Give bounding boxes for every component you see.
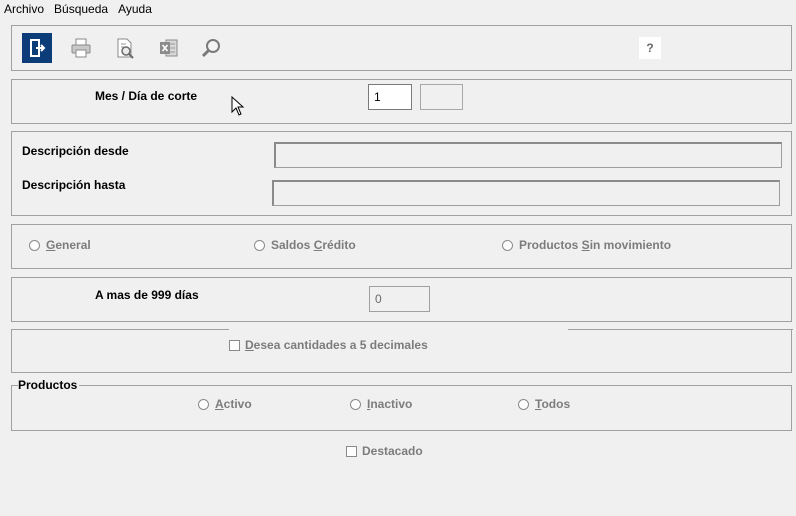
radio-saldos-credito[interactable]: Saldos Crédito — [254, 238, 356, 252]
radio-general[interactable]: General — [29, 238, 91, 252]
descripcion-desde-label: Descripción desde — [22, 144, 129, 158]
menu-ayuda[interactable]: Ayuda — [114, 1, 158, 17]
descripcion-panel: Descripción desde Descripción hasta — [11, 131, 792, 216]
radio-saldos-credito-label: Saldos Crédito — [271, 238, 356, 252]
dias-panel: A mas de 999 días 0 — [11, 277, 792, 322]
mouse-cursor-icon — [231, 96, 245, 116]
radio-todos[interactable]: Todos — [518, 397, 570, 411]
print-preview-button[interactable] — [110, 33, 140, 63]
print-preview-icon — [117, 38, 134, 59]
print-button[interactable] — [66, 33, 96, 63]
checkbox-box — [346, 445, 357, 457]
radio-dot — [350, 398, 361, 410]
exit-button[interactable] — [22, 33, 52, 63]
radio-dot — [29, 239, 40, 251]
excel-icon — [160, 39, 178, 57]
dias-label: A mas de 999 días — [95, 288, 199, 302]
corte-label: Mes / Día de corte — [95, 89, 198, 103]
descripcion-desde-input[interactable] — [274, 142, 782, 168]
descripcion-hasta-label: Descripción hasta — [22, 178, 126, 192]
report-type-panel: General Saldos Crédito Productos Sin mov… — [11, 224, 792, 269]
toolbar: ? — [11, 25, 792, 71]
radio-dot — [254, 239, 265, 251]
decimales-panel: Desea cantidades a 5 decimales — [11, 329, 793, 373]
decimales-top-line-right — [568, 329, 793, 330]
excel-button[interactable] — [154, 33, 184, 63]
help-icon: ? — [646, 41, 654, 55]
radio-activo-label: Activo — [215, 397, 252, 411]
search-icon — [201, 39, 220, 58]
print-icon — [71, 38, 91, 58]
radio-activo[interactable]: Activo — [198, 397, 252, 411]
menu-archivo[interactable]: Archivo — [0, 1, 50, 17]
dias-input[interactable]: 0 — [369, 286, 430, 312]
corte-panel: Mes / Día de corte 1 — [11, 79, 792, 124]
productos-group: Activo Inactivo Todos — [11, 385, 792, 431]
menu-bar: Archivo Búsqueda Ayuda — [0, 0, 796, 18]
decimales-top-line-left — [11, 329, 229, 330]
radio-sin-movimiento-label: Productos Sin movimiento — [519, 238, 672, 252]
mes-input[interactable]: 1 — [368, 84, 412, 110]
radio-general-label: General — [46, 238, 91, 252]
radio-inactivo-label: Inactivo — [367, 397, 413, 411]
destacado-checkbox[interactable]: Destacado — [346, 444, 423, 458]
radio-dot — [198, 398, 209, 410]
menu-busqueda[interactable]: Búsqueda — [50, 1, 114, 17]
dia-input[interactable] — [420, 84, 463, 110]
help-button[interactable]: ? — [639, 37, 661, 59]
productos-group-title: Productos — [18, 378, 80, 392]
decimales-checkbox[interactable]: Desea cantidades a 5 decimales — [229, 338, 428, 352]
decimales-checkbox-label: Desea cantidades a 5 decimales — [245, 338, 428, 352]
search-button[interactable] — [196, 33, 226, 63]
destacado-label: Destacado — [362, 444, 423, 458]
radio-inactivo[interactable]: Inactivo — [350, 397, 412, 411]
radio-dot — [502, 239, 513, 251]
radio-sin-movimiento[interactable]: Productos Sin movimiento — [502, 238, 671, 252]
descripcion-hasta-input[interactable] — [272, 180, 780, 206]
radio-todos-label: Todos — [535, 397, 571, 411]
checkbox-box — [229, 339, 240, 351]
exit-icon — [30, 39, 46, 57]
radio-dot — [518, 398, 529, 410]
